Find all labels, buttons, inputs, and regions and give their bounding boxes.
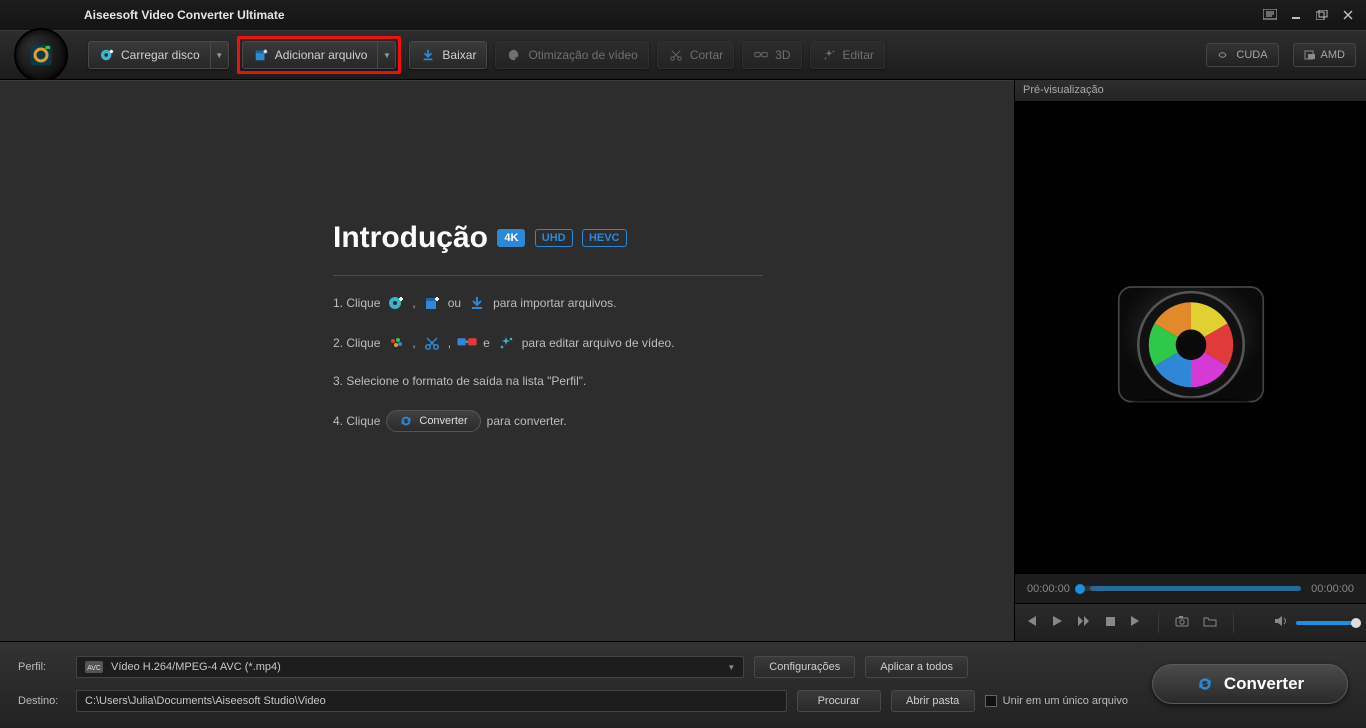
intro-step-1: 1. Clique , ou para importar arquivos. (333, 294, 763, 312)
nvidia-icon (1217, 50, 1231, 60)
main-area: Introdução 4K UHD HEVC 1. Clique , ou pa… (0, 80, 1014, 641)
preview-controls (1015, 603, 1366, 641)
refresh-icon (1196, 675, 1214, 693)
badge-4k: 4K (497, 229, 525, 247)
scissors-icon (668, 48, 684, 62)
volume-icon[interactable] (1274, 615, 1288, 630)
disc-plus-icon (386, 294, 406, 312)
download-icon (420, 48, 436, 62)
disc-plus-icon (99, 48, 115, 62)
prev-button[interactable] (1025, 615, 1037, 630)
preview-canvas (1015, 102, 1366, 573)
time-elapsed: 00:00:00 (1027, 583, 1070, 595)
glasses-3d-icon (753, 48, 769, 62)
palette-icon (386, 334, 406, 352)
add-file-dropdown[interactable]: ▼ (377, 42, 395, 68)
add-file-button[interactable]: Adicionar arquivo ▼ (242, 41, 397, 69)
glasses-3d-icon (457, 334, 477, 352)
load-disc-label: Carregar disco (121, 48, 200, 62)
convert-button[interactable]: Converter (1152, 664, 1348, 704)
download-icon (467, 294, 487, 312)
intro-heading: Introdução (333, 221, 488, 255)
feedback-icon[interactable] (1260, 7, 1280, 23)
profile-label: Perfil: (18, 661, 66, 673)
merge-checkbox[interactable]: Unir em um único arquivo (985, 695, 1128, 707)
profile-value: Vídeo H.264/MPEG-4 AVC (*.mp4) (111, 661, 281, 673)
play-button[interactable] (1051, 615, 1063, 630)
title-bar: Aiseesoft Video Converter Ultimate (0, 0, 1366, 30)
checkbox-icon (985, 695, 997, 707)
convert-pill: Converter (386, 410, 480, 432)
add-file-label: Adicionar arquivo (275, 48, 368, 62)
file-plus-icon (422, 294, 442, 312)
convert-label: Converter (1224, 674, 1304, 694)
file-plus-icon (253, 48, 269, 62)
edit-button[interactable]: Editar (810, 41, 885, 69)
preview-placeholder-icon (1106, 253, 1276, 423)
dest-field[interactable]: C:\Users\Julia\Documents\Aiseesoft Studi… (76, 690, 787, 712)
scissors-icon (422, 334, 442, 352)
next-button[interactable] (1130, 615, 1142, 630)
load-disc-dropdown[interactable]: ▼ (210, 42, 228, 68)
amd-button[interactable]: AMD (1293, 43, 1356, 67)
3d-button[interactable]: 3D (742, 41, 801, 69)
download-label: Baixar (442, 48, 476, 62)
intro-panel: Introdução 4K UHD HEVC 1. Clique , ou pa… (333, 221, 763, 454)
volume-slider[interactable] (1296, 621, 1356, 625)
svg-text:AVC: AVC (87, 665, 101, 672)
crop-button[interactable]: Cortar (657, 41, 734, 69)
apply-all-button[interactable]: Aplicar a todos (865, 656, 968, 678)
close-button[interactable] (1338, 7, 1358, 23)
dest-value: C:\Users\Julia\Documents\Aiseesoft Studi… (85, 695, 326, 707)
crop-label: Cortar (690, 48, 723, 62)
bottom-panel: Perfil: AVC Vídeo H.264/MPEG-4 AVC (*.mp… (0, 641, 1366, 728)
cuda-button[interactable]: CUDA (1206, 43, 1278, 67)
app-title: Aiseesoft Video Converter Ultimate (84, 8, 285, 22)
open-folder-button[interactable]: Abrir pasta (891, 690, 975, 712)
amd-icon (1304, 50, 1316, 60)
edit-label: Editar (843, 48, 874, 62)
intro-step-3: 3. Selecione o formato de saída na lista… (333, 374, 763, 388)
download-button[interactable]: Baixar (409, 41, 487, 69)
app-logo (14, 28, 68, 82)
intro-step-2: 2. Clique , , e para editar arquivo de v… (333, 334, 763, 352)
snapshot-button[interactable] (1175, 615, 1189, 630)
palette-icon (506, 48, 522, 62)
maximize-button[interactable] (1312, 7, 1332, 23)
sparkle-icon (496, 334, 516, 352)
settings-button[interactable]: Configurações (754, 656, 855, 678)
browse-button[interactable]: Procurar (797, 690, 881, 712)
badge-hevc: HEVC (582, 229, 627, 247)
dest-label: Destino: (18, 695, 66, 707)
profile-format-icon: AVC (85, 661, 103, 673)
optimize-button[interactable]: Otimização de vídeo (495, 41, 648, 69)
preview-progress: 00:00:00 00:00:00 (1015, 573, 1366, 603)
load-disc-button[interactable]: Carregar disco ▼ (88, 41, 229, 69)
fast-forward-button[interactable] (1077, 615, 1091, 630)
add-file-highlight: Adicionar arquivo ▼ (237, 36, 402, 74)
toolbar: Carregar disco ▼ Adicionar arquivo ▼ Bai… (0, 30, 1366, 80)
folder-button[interactable] (1203, 615, 1217, 630)
refresh-icon (399, 414, 413, 428)
optimize-label: Otimização de vídeo (528, 48, 637, 62)
preview-panel: Pré-visualização (1014, 80, 1366, 641)
sparkle-icon (821, 48, 837, 62)
profile-combo[interactable]: AVC Vídeo H.264/MPEG-4 AVC (*.mp4) ▼ (76, 656, 744, 678)
preview-title: Pré-visualização (1015, 80, 1366, 102)
badge-uhd: UHD (535, 229, 573, 247)
intro-step-4: 4. Clique Converter para converter. (333, 410, 763, 432)
progress-slider[interactable] (1080, 586, 1301, 591)
chevron-down-icon: ▼ (727, 663, 735, 672)
time-total: 00:00:00 (1311, 583, 1354, 595)
minimize-button[interactable] (1286, 7, 1306, 23)
3d-label: 3D (775, 48, 790, 62)
stop-button[interactable] (1105, 615, 1116, 630)
